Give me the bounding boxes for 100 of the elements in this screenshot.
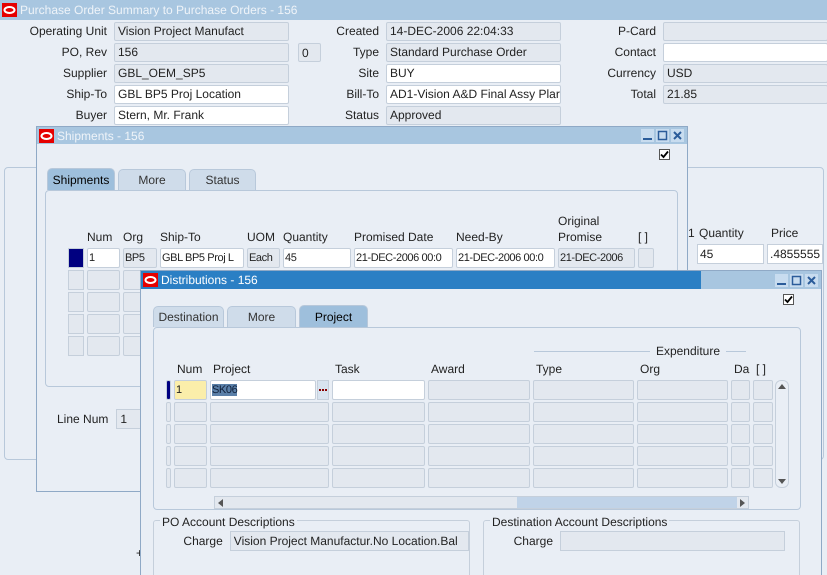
table-cell[interactable] xyxy=(753,380,773,400)
table-cell[interactable] xyxy=(332,468,425,488)
down-arrow-icon[interactable] xyxy=(778,479,786,484)
table-cell[interactable] xyxy=(428,402,530,422)
table-cell[interactable] xyxy=(174,468,207,488)
text-field[interactable]: Vision Project Manufactur.No Location.Bal xyxy=(230,531,469,551)
row-indicator[interactable] xyxy=(166,380,171,400)
table-cell[interactable] xyxy=(428,380,530,400)
text-field[interactable]: Stern, Mr. Frank xyxy=(114,106,289,124)
table-cell[interactable]: 21-DEC-2006 00:0 xyxy=(456,248,555,268)
text-field[interactable]: 14-DEC-2006 22:04:33 xyxy=(386,22,561,40)
table-cell[interactable]: Each xyxy=(247,248,280,268)
scrollbar-thumb[interactable] xyxy=(517,497,737,508)
up-arrow-icon[interactable] xyxy=(778,384,786,389)
table-cell[interactable] xyxy=(332,380,425,400)
maximize-icon[interactable] xyxy=(656,129,669,142)
table-cell[interactable] xyxy=(332,446,425,466)
table-cell[interactable] xyxy=(332,402,425,422)
table-cell[interactable] xyxy=(87,270,120,290)
table-cell[interactable]: 45 xyxy=(697,244,764,264)
table-cell[interactable]: 21-DEC-2006 00:0 xyxy=(354,248,453,268)
table-cell[interactable] xyxy=(638,248,654,268)
oracle-logo-icon xyxy=(39,128,54,142)
table-cell[interactable] xyxy=(332,424,425,444)
text-field[interactable]: GBL BP5 Proj Location xyxy=(114,84,289,104)
column-header: [ ] xyxy=(638,229,650,245)
tab[interactable]: More xyxy=(118,169,186,190)
minimize-icon[interactable] xyxy=(641,129,654,142)
tab[interactable]: Project xyxy=(299,305,368,327)
text-field[interactable]: USD xyxy=(663,64,827,82)
table-cell[interactable] xyxy=(731,380,750,400)
text-field[interactable]: Approved xyxy=(386,106,561,124)
table-cell[interactable] xyxy=(637,468,728,488)
text-field[interactable]: Standard Purchase Order xyxy=(386,42,561,62)
table-cell[interactable]: 1 xyxy=(87,248,120,268)
table-cell[interactable] xyxy=(731,446,750,466)
column-header: Num xyxy=(176,361,204,378)
table-cell[interactable] xyxy=(87,314,120,334)
table-cell[interactable] xyxy=(533,446,634,466)
table-cell[interactable] xyxy=(428,468,530,488)
table-cell[interactable] xyxy=(731,424,750,444)
table-cell[interactable] xyxy=(210,446,329,466)
text-field[interactable]: 21.85 xyxy=(663,84,827,104)
table-cell[interactable] xyxy=(174,402,207,422)
table-cell[interactable] xyxy=(637,446,728,466)
table-cell[interactable] xyxy=(533,424,634,444)
table-cell[interactable] xyxy=(637,424,728,444)
table-cell[interactable]: BP5 xyxy=(123,248,157,268)
table-cell[interactable] xyxy=(533,402,634,422)
table-cell[interactable] xyxy=(753,468,773,488)
tab[interactable]: Status xyxy=(189,169,256,190)
maximize-icon[interactable] xyxy=(790,274,803,286)
table-cell[interactable]: GBL BP5 Proj L xyxy=(160,248,244,268)
tab[interactable]: Destination xyxy=(153,306,224,327)
text-field[interactable] xyxy=(663,42,827,62)
right-arrow-icon[interactable] xyxy=(740,498,745,506)
text-field[interactable]: GBL_OEM_SP5 xyxy=(114,64,289,82)
close-icon[interactable] xyxy=(805,274,818,286)
table-cell[interactable]: 45 xyxy=(283,248,351,268)
table-cell[interactable] xyxy=(428,446,530,466)
text-field[interactable]: BUY xyxy=(386,64,561,82)
close-icon[interactable] xyxy=(671,129,684,142)
left-arrow-icon[interactable] xyxy=(218,498,223,506)
table-cell[interactable] xyxy=(210,402,329,422)
table-cell[interactable]: .4855555 xyxy=(767,244,823,264)
field-label: Bill-To xyxy=(345,86,379,103)
table-cell[interactable] xyxy=(533,468,634,488)
table-cell[interactable]: 21-DEC-2006 xyxy=(558,248,635,268)
horizontal-scrollbar[interactable] xyxy=(214,496,749,509)
text-field[interactable] xyxy=(663,22,827,40)
table-cell[interactable] xyxy=(731,402,750,422)
row-indicator[interactable] xyxy=(68,248,84,268)
text-field[interactable] xyxy=(560,531,785,551)
table-cell[interactable] xyxy=(753,446,773,466)
list-of-values-button[interactable] xyxy=(317,380,329,400)
table-cell[interactable] xyxy=(210,468,329,488)
table-cell[interactable] xyxy=(753,424,773,444)
text-field[interactable]: 156 xyxy=(114,42,289,62)
table-cell[interactable] xyxy=(174,424,207,444)
table-cell[interactable] xyxy=(731,468,750,488)
table-cell[interactable] xyxy=(210,424,329,444)
checkbox[interactable] xyxy=(659,149,670,160)
vertical-scrollbar[interactable] xyxy=(775,380,789,488)
table-cell[interactable] xyxy=(428,424,530,444)
table-cell[interactable]: 1 xyxy=(174,380,207,400)
table-cell[interactable] xyxy=(637,402,728,422)
table-cell[interactable] xyxy=(87,336,120,356)
text-field[interactable]: AD1-Vision A&D Final Assy Plar xyxy=(386,84,561,104)
minimize-icon[interactable] xyxy=(775,274,788,286)
text-field[interactable]: Vision Project Manufact xyxy=(114,22,289,40)
tab[interactable]: More xyxy=(227,306,296,327)
table-cell[interactable] xyxy=(637,380,728,400)
table-cell[interactable] xyxy=(174,446,207,466)
table-cell[interactable] xyxy=(533,380,634,400)
checkbox[interactable] xyxy=(783,294,794,305)
table-cell[interactable] xyxy=(753,402,773,422)
field-label: Status xyxy=(344,107,379,124)
tab[interactable]: Shipments xyxy=(47,168,115,190)
table-cell[interactable] xyxy=(87,292,120,312)
revision-field[interactable]: 0 xyxy=(298,42,321,62)
